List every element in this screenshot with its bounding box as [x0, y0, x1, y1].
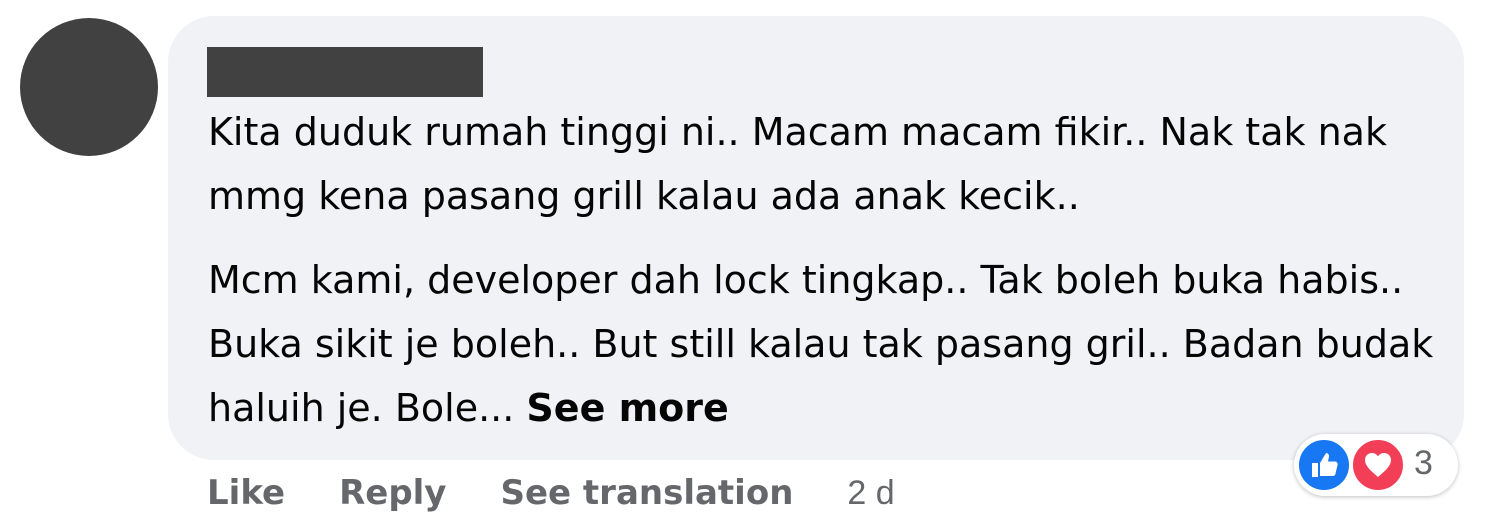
see-more-link[interactable]: See more [526, 386, 728, 430]
reply-button[interactable]: Reply [339, 473, 446, 513]
reactions-summary[interactable]: 3 [1294, 434, 1458, 496]
see-translation-button[interactable]: See translation [500, 473, 793, 513]
comment-paragraph-1: Kita duduk rumah tinggi ni.. Macam macam… [208, 110, 1387, 218]
like-icon [1297, 438, 1351, 492]
reaction-count: 3 [1414, 444, 1433, 482]
comment-paragraph-2: Mcm kami, developer dah lock tingkap.. T… [208, 258, 1434, 430]
comment-actions: Like Reply See translation 2 d [207, 468, 895, 518]
like-button[interactable]: Like [207, 473, 285, 513]
comment-text: Kita duduk rumah tinggi ni.. Macam macam… [208, 100, 1438, 440]
timestamp[interactable]: 2 d [847, 474, 894, 513]
comment-item: Kita duduk rumah tinggi ni.. Macam macam… [0, 0, 1502, 522]
love-icon [1351, 438, 1405, 492]
author-name-redacted[interactable] [207, 47, 483, 97]
avatar[interactable] [20, 18, 158, 156]
